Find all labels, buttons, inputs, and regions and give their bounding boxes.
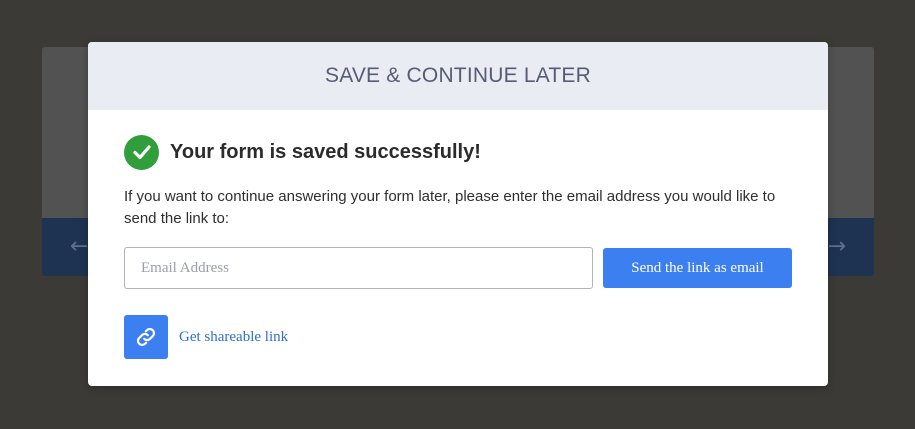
success-message: Your form is saved successfully! <box>170 140 481 163</box>
success-message-row: Your form is saved successfully! <box>124 134 792 170</box>
arrow-left-icon: ← <box>70 234 89 259</box>
check-circle-icon <box>124 134 159 170</box>
link-icon[interactable] <box>124 315 168 359</box>
email-address-input[interactable] <box>124 247 593 289</box>
arrow-right-icon: → <box>827 234 846 259</box>
modal-title: SAVE & CONTINUE LATER <box>325 64 591 87</box>
modal-body: Your form is saved successfully! If you … <box>88 110 828 359</box>
email-row: Send the link as email <box>124 247 792 289</box>
shareable-link-row: Get shareable link <box>124 315 792 359</box>
save-continue-modal: SAVE & CONTINUE LATER Your form is saved… <box>88 42 828 386</box>
get-shareable-link[interactable]: Get shareable link <box>179 329 288 346</box>
instruction-text: If you want to continue answering your f… <box>124 188 776 227</box>
send-link-email-button[interactable]: Send the link as email <box>603 248 792 288</box>
modal-header: SAVE & CONTINUE LATER <box>88 42 828 110</box>
